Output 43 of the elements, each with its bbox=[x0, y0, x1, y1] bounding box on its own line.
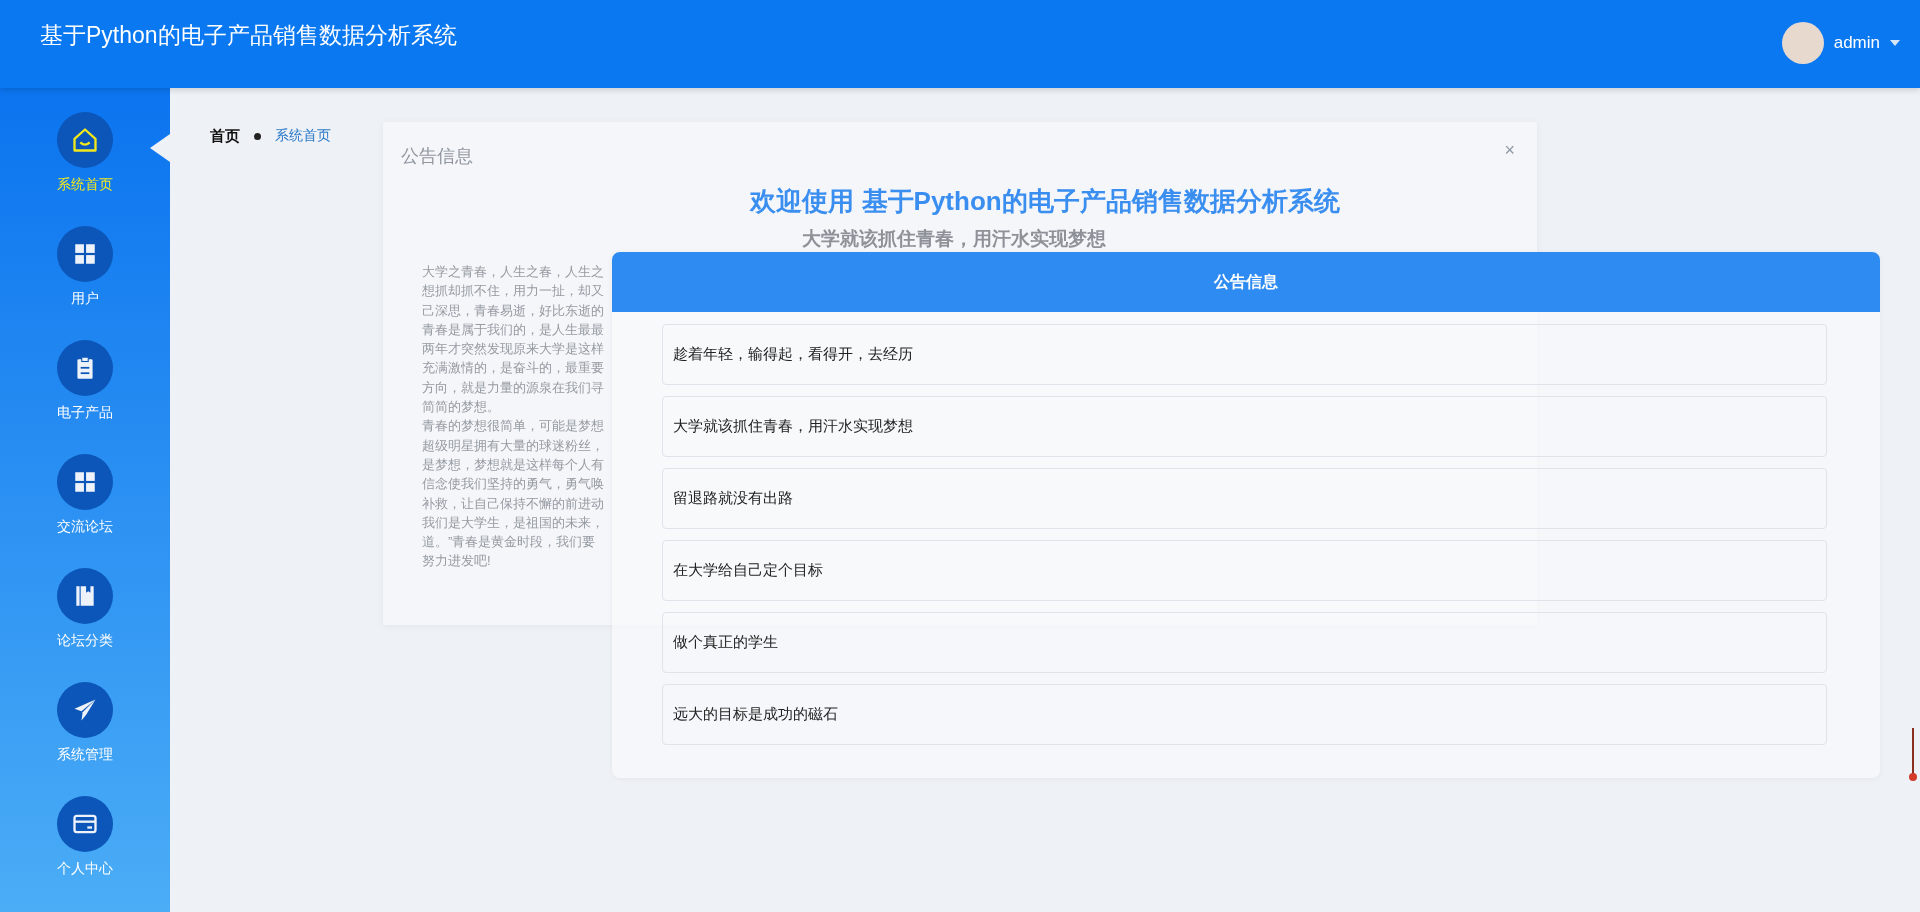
caret-icon[interactable] bbox=[1890, 40, 1900, 46]
article-text-line: 大学之青春，人生之春，人生之 bbox=[422, 263, 604, 281]
notice-item[interactable]: 远大的目标是成功的磁石 bbox=[662, 684, 1827, 745]
dialog-title: 公告信息 bbox=[401, 145, 473, 168]
breadcrumb-link[interactable]: 首页 bbox=[210, 126, 240, 146]
app-title: 基于Python的电子产品销售数据分析系统 bbox=[40, 21, 457, 50]
article-text-line: 是梦想，梦想就是这样每个人有 bbox=[422, 455, 604, 474]
username[interactable]: admin bbox=[1833, 33, 1880, 53]
notice-item[interactable]: 在大学给自己定个目标 bbox=[662, 540, 1827, 601]
sidebar-item[interactable]: 用户 bbox=[0, 226, 170, 322]
article-text-line: 我们是大学生，是祖国的未来， bbox=[422, 513, 604, 532]
article-text-line: 己深思，青春易逝，好比东逝的 bbox=[422, 301, 604, 320]
breadcrumb-link[interactable]: 系统首页 bbox=[275, 127, 331, 145]
close-button[interactable]: × bbox=[1500, 138, 1519, 163]
grid-icon bbox=[72, 241, 98, 267]
article-text-line: 方向，就是力量的源泉在我们寻 bbox=[422, 378, 604, 397]
sidebar-item[interactable]: 个人中心 bbox=[0, 796, 170, 892]
article-text-line: 努力进发吧! bbox=[422, 552, 491, 571]
grid-icon bbox=[72, 469, 98, 495]
sidebar-item[interactable]: 交流论坛 bbox=[0, 454, 170, 550]
sidebar-item[interactable]: 系统管理 bbox=[0, 682, 170, 778]
notice-item[interactable]: 大学就该抓住青春，用汗水实现梦想 bbox=[662, 396, 1827, 457]
article-text-line: 简简的梦想。 bbox=[422, 398, 500, 417]
notice-item[interactable]: 留退路就没有出路 bbox=[662, 468, 1827, 529]
thermometer-icon bbox=[1909, 728, 1917, 782]
separator-dot-icon bbox=[254, 132, 261, 140]
dialog-heading: 大学就该抓住青春，用汗水实现梦想 bbox=[802, 227, 1106, 251]
article-text-line: 道。”青春是黄金时段，我们要 bbox=[422, 533, 596, 552]
article-text-line: 超级明星拥有大量的球迷粉丝， bbox=[422, 436, 604, 455]
notice-item[interactable]: 做个真正的学生 bbox=[662, 612, 1827, 673]
sidebar-item[interactable]: 电子产品 bbox=[0, 340, 170, 436]
article-text-line: 青春是属于我们的，是人生最最 bbox=[422, 320, 604, 339]
article-text-line: 充满激情的，是奋斗的，最重要 bbox=[422, 359, 604, 378]
home-icon bbox=[71, 126, 99, 154]
article-text-line: 两年才突然发现原来大学是这样 bbox=[422, 340, 604, 359]
sidebar-item[interactable]: 论坛分类 bbox=[0, 568, 170, 664]
avatar-icon[interactable] bbox=[1781, 22, 1824, 64]
article-text-line: 青春的梦想很简单，可能是梦想 bbox=[422, 417, 604, 436]
panel-title: 公告信息 bbox=[1214, 271, 1278, 292]
welcome-title: 欢迎使用 基于Python的电子产品销售数据分析系统 bbox=[750, 185, 1340, 218]
article-text-line: 信念使我们坚持的勇气，勇气唤 bbox=[422, 475, 604, 494]
notice-item[interactable]: 趁着年轻，输得起，看得开，去经历 bbox=[662, 324, 1827, 385]
article-text-line: 补救，让自己保持不懈的前进动 bbox=[422, 494, 604, 513]
